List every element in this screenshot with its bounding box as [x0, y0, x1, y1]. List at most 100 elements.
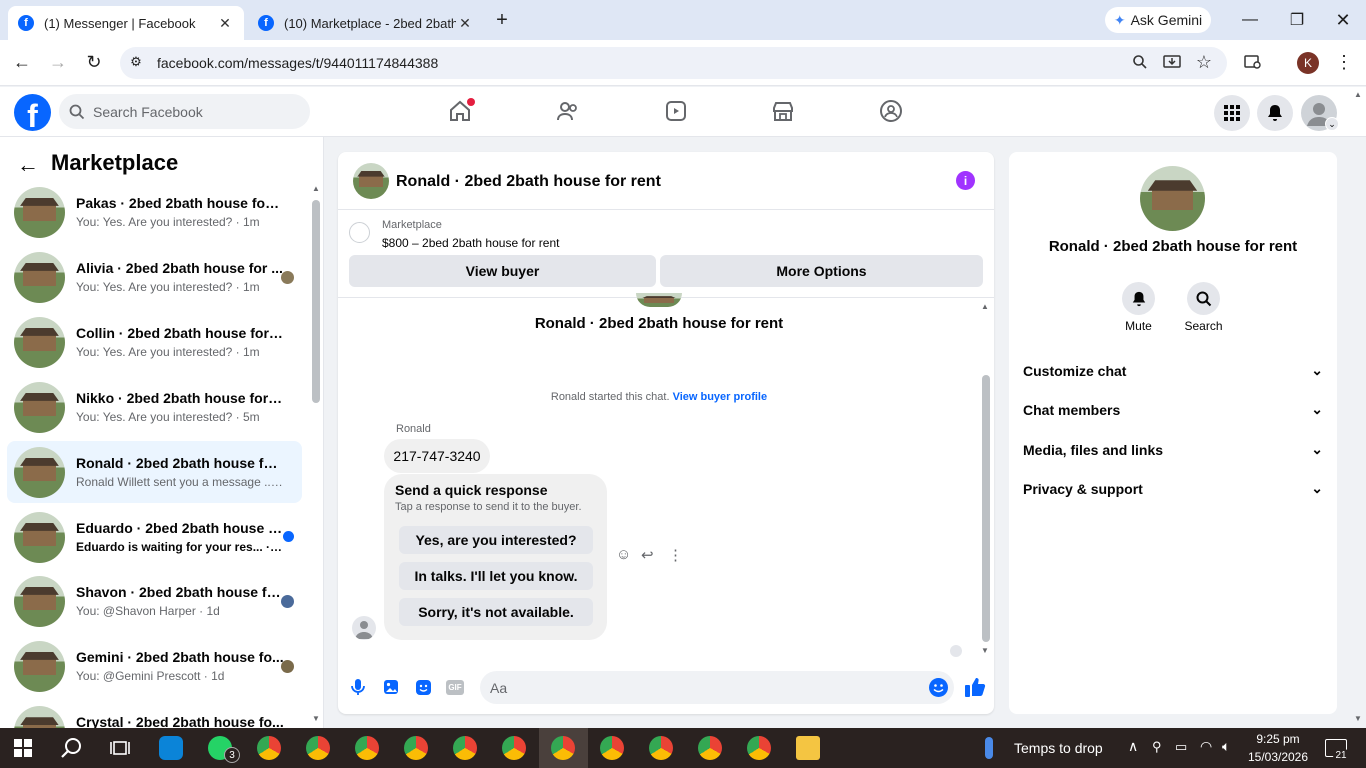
- page-scroll-up-icon[interactable]: ▲: [1354, 90, 1362, 99]
- close-tab-icon[interactable]: ✕: [456, 14, 474, 32]
- chrome-icon[interactable]: [257, 736, 281, 760]
- minimize-button[interactable]: —: [1240, 10, 1260, 30]
- clock-time[interactable]: 9:25 pm: [1247, 732, 1309, 746]
- conversation-item[interactable]: Collin · 2bed 2bath house for rent You: Y…: [7, 311, 302, 373]
- scroll-down-icon[interactable]: ▼: [981, 646, 989, 655]
- back-arrow-icon[interactable]: ←: [17, 152, 39, 178]
- chat-listing-avatar[interactable]: [353, 163, 389, 199]
- new-tab-button[interactable]: +: [492, 9, 512, 31]
- mute-button[interactable]: [1122, 282, 1155, 315]
- sender-avatar[interactable]: [352, 616, 376, 640]
- conversation-item[interactable]: Alivia · 2bed 2bath house for ... You: Ye…: [7, 246, 302, 308]
- bookmark-star-icon[interactable]: ☆: [1194, 52, 1214, 72]
- quick-response-button[interactable]: Yes, are you interested?: [399, 526, 593, 554]
- conversation-item[interactable]: Pakas · 2bed 2bath house for rent You: Ye…: [7, 181, 302, 243]
- conversation-list-scrollbar[interactable]: [312, 200, 320, 403]
- scroll-down-icon[interactable]: ▼: [312, 714, 320, 723]
- section-privacy-support[interactable]: Privacy & support ⌄: [1023, 480, 1323, 497]
- notifications-bell-icon[interactable]: [1257, 95, 1293, 131]
- chrome-icon[interactable]: [747, 736, 771, 760]
- page-scroll-down-icon[interactable]: ▼: [1354, 714, 1362, 723]
- photo-icon[interactable]: [383, 679, 399, 695]
- forward-arrow-icon[interactable]: →: [48, 52, 68, 72]
- chrome-icon[interactable]: [453, 736, 477, 760]
- zoom-icon[interactable]: [1130, 52, 1150, 72]
- tab-marketplace[interactable]: f (10) Marketplace - 2bed 2bath ✕: [248, 6, 484, 40]
- clock-date[interactable]: 15/03/2026: [1242, 750, 1314, 764]
- volume-icon[interactable]: 🔈︎: [1222, 738, 1230, 755]
- facebook-logo[interactable]: f: [14, 94, 51, 131]
- sticker-icon[interactable]: [415, 679, 432, 696]
- more-options-button[interactable]: More Options: [660, 255, 983, 287]
- taskbar-search-icon[interactable]: [61, 737, 83, 759]
- tab-messenger[interactable]: f (1) Messenger | Facebook ✕: [8, 6, 244, 40]
- chrome-icon[interactable]: [502, 736, 526, 760]
- gif-icon[interactable]: GIF: [446, 680, 464, 695]
- chat-title[interactable]: Ronald · 2bed 2bath house for rent: [396, 173, 661, 191]
- back-arrow-icon[interactable]: ←: [12, 52, 32, 72]
- weather-text[interactable]: Temps to drop: [1014, 740, 1103, 756]
- close-window-button[interactable]: ✕: [1333, 10, 1353, 30]
- profile-avatar[interactable]: K: [1297, 52, 1319, 74]
- section-customize-chat[interactable]: Customize chat ⌄: [1023, 362, 1323, 379]
- conversation-item[interactable]: Shavon · 2bed 2bath house fo... You: @Sha…: [7, 570, 302, 632]
- edge-icon[interactable]: [159, 736, 183, 760]
- ask-gemini-button[interactable]: ✦ Ask Gemini: [1105, 7, 1211, 33]
- conversation-item[interactable]: Eduardo · 2bed 2bath house f... Eduardo i…: [7, 506, 302, 568]
- quick-response-button[interactable]: In talks. I'll let you know.: [399, 562, 593, 590]
- like-thumb-icon[interactable]: [964, 676, 986, 698]
- emoji-picker-icon[interactable]: [929, 678, 948, 697]
- chrome-icon[interactable]: [404, 736, 428, 760]
- facebook-search-input[interactable]: Search Facebook: [59, 94, 310, 129]
- message-input[interactable]: Aa: [480, 671, 954, 704]
- scroll-up-icon[interactable]: ▲: [312, 184, 320, 193]
- microphone-icon[interactable]: [350, 678, 366, 696]
- conversation-item-selected[interactable]: Ronald · 2bed 2bath house for r... Ronald…: [7, 441, 302, 503]
- view-buyer-profile-link[interactable]: View buyer profile: [673, 391, 768, 403]
- scroll-up-icon[interactable]: ▲: [981, 302, 989, 311]
- chrome-icon[interactable]: [649, 736, 673, 760]
- wifi-icon[interactable]: ◠: [1200, 738, 1212, 755]
- video-icon[interactable]: [663, 98, 689, 124]
- conversation-item[interactable]: Nikko · 2bed 2bath house for rent You: Ye…: [7, 376, 302, 438]
- task-view-icon[interactable]: [110, 739, 130, 757]
- search-in-chat-button[interactable]: [1187, 282, 1220, 315]
- listing-checkbox[interactable]: [349, 222, 370, 243]
- close-tab-icon[interactable]: ✕: [216, 14, 234, 32]
- section-media-files-links[interactable]: Media, files and links ⌄: [1023, 441, 1323, 458]
- maximize-button[interactable]: ❐: [1287, 10, 1307, 30]
- windows-start-icon[interactable]: [14, 739, 32, 757]
- install-app-icon[interactable]: [1162, 52, 1182, 72]
- details-listing-avatar[interactable]: [1140, 166, 1205, 231]
- chrome-icon[interactable]: [306, 736, 330, 760]
- react-emoji-icon[interactable]: ☺: [616, 546, 631, 563]
- reload-icon[interactable]: ↻: [84, 52, 104, 72]
- chrome-icon[interactable]: [551, 736, 575, 760]
- browser-menu-icon[interactable]: ⋮: [1334, 52, 1354, 72]
- view-buyer-button[interactable]: View buyer: [349, 255, 656, 287]
- menu-grid-icon[interactable]: [1214, 95, 1250, 131]
- chrome-icon[interactable]: [355, 736, 379, 760]
- url-text[interactable]: facebook.com/messages/t/944011174844388: [157, 55, 438, 71]
- chrome-icon[interactable]: [600, 736, 624, 760]
- info-icon[interactable]: i: [956, 171, 975, 190]
- friends-icon[interactable]: [555, 98, 581, 124]
- more-actions-icon[interactable]: ⋮: [668, 546, 683, 564]
- account-avatar[interactable]: ⌄: [1301, 95, 1339, 131]
- section-chat-members[interactable]: Chat members ⌄: [1023, 401, 1323, 418]
- tray-chevron-up-icon[interactable]: ∧: [1128, 738, 1138, 755]
- file-explorer-icon[interactable]: [796, 736, 820, 760]
- battery-icon[interactable]: ▭: [1175, 739, 1187, 755]
- marketplace-icon[interactable]: [770, 98, 796, 124]
- chat-scrollbar[interactable]: [982, 375, 990, 642]
- tab-search-icon[interactable]: [1243, 52, 1263, 72]
- home-icon[interactable]: [447, 98, 475, 124]
- quick-response-button[interactable]: Sorry, it's not available.: [399, 598, 593, 626]
- tray-device-icon[interactable]: ⚲: [1152, 739, 1162, 755]
- reply-icon[interactable]: ↩: [641, 546, 654, 564]
- message-bubble[interactable]: 217-747-3240: [384, 439, 490, 473]
- site-settings-icon[interactable]: ⚙: [126, 52, 146, 72]
- conversation-item[interactable]: Crystal · 2bed 2bath house fo...: [7, 700, 302, 728]
- conversation-item[interactable]: Gemini · 2bed 2bath house fo... You: @Gem…: [7, 635, 302, 697]
- groups-icon[interactable]: [878, 98, 904, 124]
